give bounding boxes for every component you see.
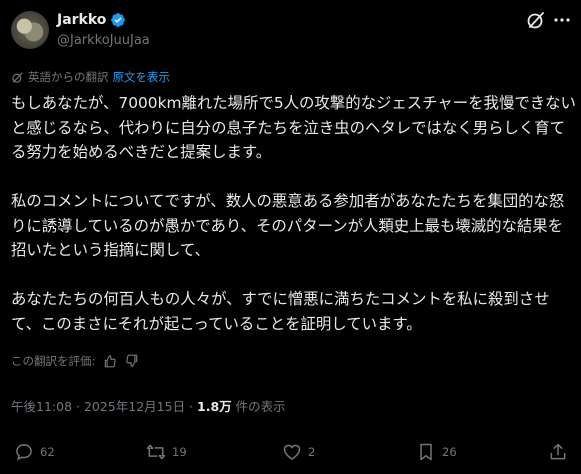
reply-count: 62 <box>40 445 55 459</box>
grok-icon[interactable] <box>526 10 546 30</box>
translation-label: 英語からの翻訳 <box>28 70 109 84</box>
tweet-paragraph-2: 私のコメントについてですが、数人の悪意ある参加者があなたたちを集団的な怒りに誘導… <box>11 192 565 259</box>
reply-button[interactable]: 62 <box>14 442 55 462</box>
views-count: 1.8万 <box>197 399 232 414</box>
bookmark-button[interactable]: 26 <box>416 442 457 462</box>
more-options-icon[interactable] <box>553 13 571 27</box>
meta-separator: · <box>72 399 84 414</box>
author-name-line: Jarkko <box>57 12 126 28</box>
tweet-meta: 午後11:08 · 2025年12月15日 · 1.8万 件の表示 <box>11 396 286 415</box>
repost-count: 19 <box>172 445 187 459</box>
views-label: 件の表示 <box>231 399 286 414</box>
show-original-link[interactable]: 原文を表示 <box>113 69 171 85</box>
thumbs-down-icon[interactable] <box>125 354 139 368</box>
repost-button[interactable]: 19 <box>146 442 187 462</box>
user-handle[interactable]: @JarkkoJuuJaa <box>57 33 150 48</box>
grok-translate-icon <box>12 71 23 83</box>
meta-separator-2: · <box>185 399 197 414</box>
tweet-time[interactable]: 午後11:08 <box>11 399 72 414</box>
like-button[interactable]: 2 <box>282 442 315 462</box>
heart-icon <box>283 444 301 460</box>
share-icon <box>550 443 566 460</box>
share-button[interactable] <box>548 442 568 462</box>
translation-notice: 英語からの翻訳 原文を表示 <box>11 69 170 85</box>
bookmark-icon <box>420 443 432 461</box>
rate-translation-label: この翻訳を評価: <box>11 354 96 368</box>
tweet-date[interactable]: 2025年12月15日 <box>84 399 185 414</box>
repost-icon <box>146 444 166 460</box>
display-name[interactable]: Jarkko <box>57 12 106 28</box>
rate-translation: この翻訳を評価: <box>11 353 139 369</box>
thumbs-up-icon[interactable] <box>103 354 117 368</box>
bookmark-count: 26 <box>442 445 457 459</box>
like-count: 2 <box>308 445 316 459</box>
tweet-text: もしあなたが、7000km離れた場所で5人の攻撃的なジェスチャーを我慢できないと… <box>11 91 577 336</box>
reply-icon <box>16 444 32 461</box>
tweet-paragraph-3: あなたたちの何百人もの人々が、すでに憎悪に満ちたコメントを私に殺到させて、このま… <box>11 290 550 333</box>
verified-badge-icon <box>111 13 126 27</box>
avatar[interactable] <box>11 11 49 49</box>
tweet-paragraph-1: もしあなたが、7000km離れた場所で5人の攻撃的なジェスチャーを我慢できないと… <box>11 94 576 161</box>
action-bar: 62 19 2 26 <box>0 442 581 466</box>
